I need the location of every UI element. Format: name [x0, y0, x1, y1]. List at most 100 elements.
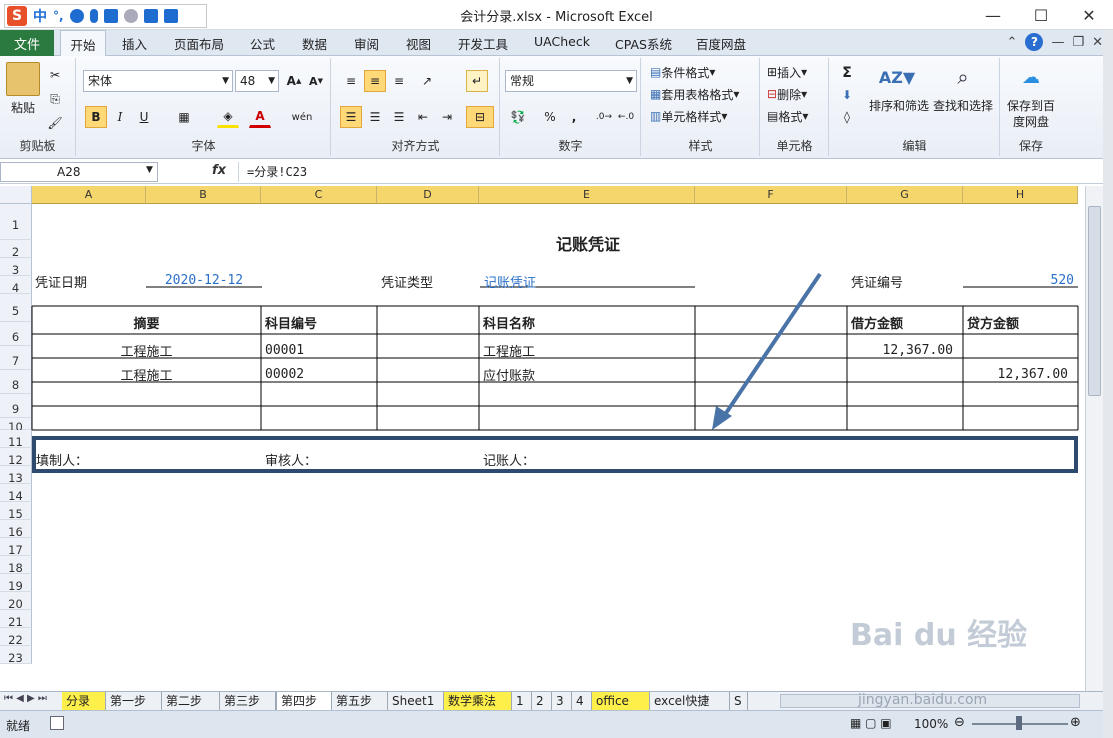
- sheet-tab[interactable]: 3: [552, 692, 572, 710]
- doc-close-icon[interactable]: ✕: [1092, 35, 1103, 50]
- border-icon[interactable]: ▦: [173, 106, 195, 128]
- tab-baidu-pan[interactable]: 百度网盘: [696, 34, 746, 53]
- formula-input[interactable]: =分录!C23: [238, 162, 1103, 182]
- vertical-scrollbar[interactable]: [1085, 186, 1103, 691]
- sheet-nav-icon[interactable]: ⏮ ◀ ▶ ⏭: [4, 693, 47, 704]
- increase-decimal-icon[interactable]: .0→: [593, 106, 615, 128]
- function-icon[interactable]: fx: [212, 163, 226, 178]
- entry-credit[interactable]: 12,367.00: [964, 367, 1068, 382]
- minimize-button[interactable]: —: [969, 0, 1017, 30]
- tab-review[interactable]: 审阅: [354, 34, 379, 53]
- close-button[interactable]: ✕: [1065, 0, 1113, 30]
- conditional-format-button[interactable]: ▤ 条件格式 ▾: [650, 62, 715, 82]
- help-icon[interactable]: ?: [1025, 33, 1044, 51]
- zoom-in-icon[interactable]: ⊕: [1070, 715, 1081, 730]
- orientation-icon[interactable]: ↗: [416, 70, 438, 92]
- sheet-tab[interactable]: S: [730, 692, 748, 710]
- align-center-icon[interactable]: ☰: [364, 106, 386, 128]
- sheet-tab[interactable]: office: [592, 692, 650, 710]
- paste-button[interactable]: 粘贴: [4, 100, 42, 116]
- doc-minimize-icon[interactable]: —: [1051, 35, 1064, 50]
- underline-button[interactable]: U: [133, 106, 155, 128]
- horizontal-scrollbar[interactable]: [780, 694, 1080, 708]
- chevron-down-icon[interactable]: ▼: [146, 165, 153, 175]
- format-cells-button[interactable]: ▤ 格式 ▾: [767, 106, 808, 126]
- sort-filter-icon[interactable]: AZ▼: [879, 62, 915, 92]
- ribbon-collapse-icon[interactable]: ⌃: [1007, 35, 1018, 50]
- tab-formulas[interactable]: 公式: [250, 34, 275, 53]
- name-box[interactable]: A28: [0, 162, 158, 182]
- sheet-tab[interactable]: 第五步: [332, 692, 388, 710]
- comma-icon[interactable]: ,: [563, 106, 585, 128]
- sheet-tab[interactable]: Sheet1: [388, 692, 444, 710]
- paste-icon[interactable]: [6, 62, 40, 96]
- sheet-tab[interactable]: 第三步: [220, 692, 276, 710]
- cut-icon[interactable]: ✂: [44, 64, 66, 86]
- save-to-baidu-button[interactable]: 保存到百 度网盘: [1001, 98, 1061, 130]
- tab-home[interactable]: 开始: [60, 30, 106, 57]
- sheet-tab[interactable]: 1: [512, 692, 532, 710]
- zoom-level[interactable]: 100%: [914, 717, 948, 731]
- insert-cells-button[interactable]: ⊞ 插入 ▾: [767, 62, 807, 82]
- currency-icon[interactable]: 💱: [507, 106, 529, 128]
- phonetic-icon[interactable]: wén: [291, 106, 313, 128]
- delete-cells-button[interactable]: ⊟ 删除 ▾: [767, 84, 807, 104]
- decrease-decimal-icon[interactable]: ←.0: [615, 106, 637, 128]
- entry-code[interactable]: 00001: [265, 343, 304, 358]
- sheet-tab[interactable]: excel快捷: [650, 692, 730, 710]
- tab-file[interactable]: 文件: [0, 30, 54, 56]
- sheet-tab[interactable]: 第四步: [276, 692, 332, 710]
- doc-restore-icon[interactable]: ❐: [1072, 35, 1084, 50]
- view-normal-icon[interactable]: ▦ ▢ ▣: [850, 716, 892, 730]
- zoom-slider-thumb[interactable]: [1016, 716, 1022, 730]
- wrap-text-icon[interactable]: ↵: [466, 70, 488, 92]
- tab-page-layout[interactable]: 页面布局: [174, 34, 224, 53]
- entry-name[interactable]: 工程施工: [483, 341, 535, 360]
- align-bottom-icon[interactable]: ≡: [388, 70, 410, 92]
- fill-icon[interactable]: ⬇: [836, 84, 858, 106]
- italic-button[interactable]: I: [109, 106, 131, 128]
- bold-button[interactable]: B: [85, 106, 107, 128]
- autosum-icon[interactable]: Σ: [836, 62, 858, 84]
- format-as-table-button[interactable]: ▦ 套用表格格式 ▾: [650, 84, 739, 104]
- font-size-select[interactable]: 48 ▼: [235, 70, 279, 92]
- tab-uacheck[interactable]: UACheck: [534, 34, 590, 49]
- clear-icon[interactable]: ◊: [836, 106, 858, 128]
- macro-record-icon[interactable]: [50, 716, 64, 730]
- tab-insert[interactable]: 插入: [122, 34, 147, 53]
- cloud-icon[interactable]: ☁: [1017, 64, 1045, 90]
- format-painter-icon[interactable]: 🖌: [44, 112, 66, 134]
- shrink-font-icon[interactable]: A ▼: [305, 70, 327, 92]
- sort-filter-button[interactable]: 排序和筛选: [864, 98, 934, 114]
- align-top-icon[interactable]: ≡: [340, 70, 362, 92]
- tab-cpas[interactable]: CPAS系统: [615, 34, 672, 53]
- merge-center-icon[interactable]: ⊟: [466, 106, 494, 128]
- font-color-icon[interactable]: A: [249, 106, 271, 128]
- binoculars-icon[interactable]: ⌕: [948, 62, 978, 92]
- percent-icon[interactable]: %: [539, 106, 561, 128]
- align-left-icon[interactable]: ☰: [340, 106, 362, 128]
- number-format-select[interactable]: 常规 ▼: [505, 70, 637, 92]
- tab-view[interactable]: 视图: [406, 34, 431, 53]
- cell-styles-button[interactable]: ▥ 单元格样式 ▾: [650, 106, 727, 126]
- find-select-button[interactable]: 查找和选择: [930, 98, 996, 114]
- sheet-tab[interactable]: 4: [572, 692, 592, 710]
- copy-icon[interactable]: ⎘: [44, 88, 66, 110]
- zoom-out-icon[interactable]: ⊖: [954, 715, 965, 730]
- sheet-tab[interactable]: 数学乘法: [444, 692, 512, 710]
- spreadsheet-grid[interactable]: ABCDEFGH 1 2 3 4 5 6 7 8 9 10 11 12 13 14 15 16 17 18 19 20…: [0, 186, 1103, 691]
- entry-code[interactable]: 00002: [265, 367, 304, 382]
- decrease-indent-icon[interactable]: ⇤: [412, 106, 434, 128]
- entry-name[interactable]: 应付账款: [483, 365, 535, 384]
- tab-developer[interactable]: 开发工具: [458, 34, 508, 53]
- sheet-tab[interactable]: 第二步: [162, 692, 220, 710]
- entry-debit[interactable]: 12,367.00: [848, 343, 953, 358]
- align-right-icon[interactable]: ☰: [388, 106, 410, 128]
- sheet-tab[interactable]: 2: [532, 692, 552, 710]
- entry-summary[interactable]: 工程施工: [32, 365, 261, 384]
- sheet-tab[interactable]: 分录: [62, 692, 106, 710]
- font-name-select[interactable]: 宋体 ▼: [83, 70, 233, 92]
- entry-summary[interactable]: 工程施工: [32, 341, 261, 360]
- grow-font-icon[interactable]: A ▲: [283, 70, 305, 92]
- scroll-thumb[interactable]: [1088, 206, 1101, 396]
